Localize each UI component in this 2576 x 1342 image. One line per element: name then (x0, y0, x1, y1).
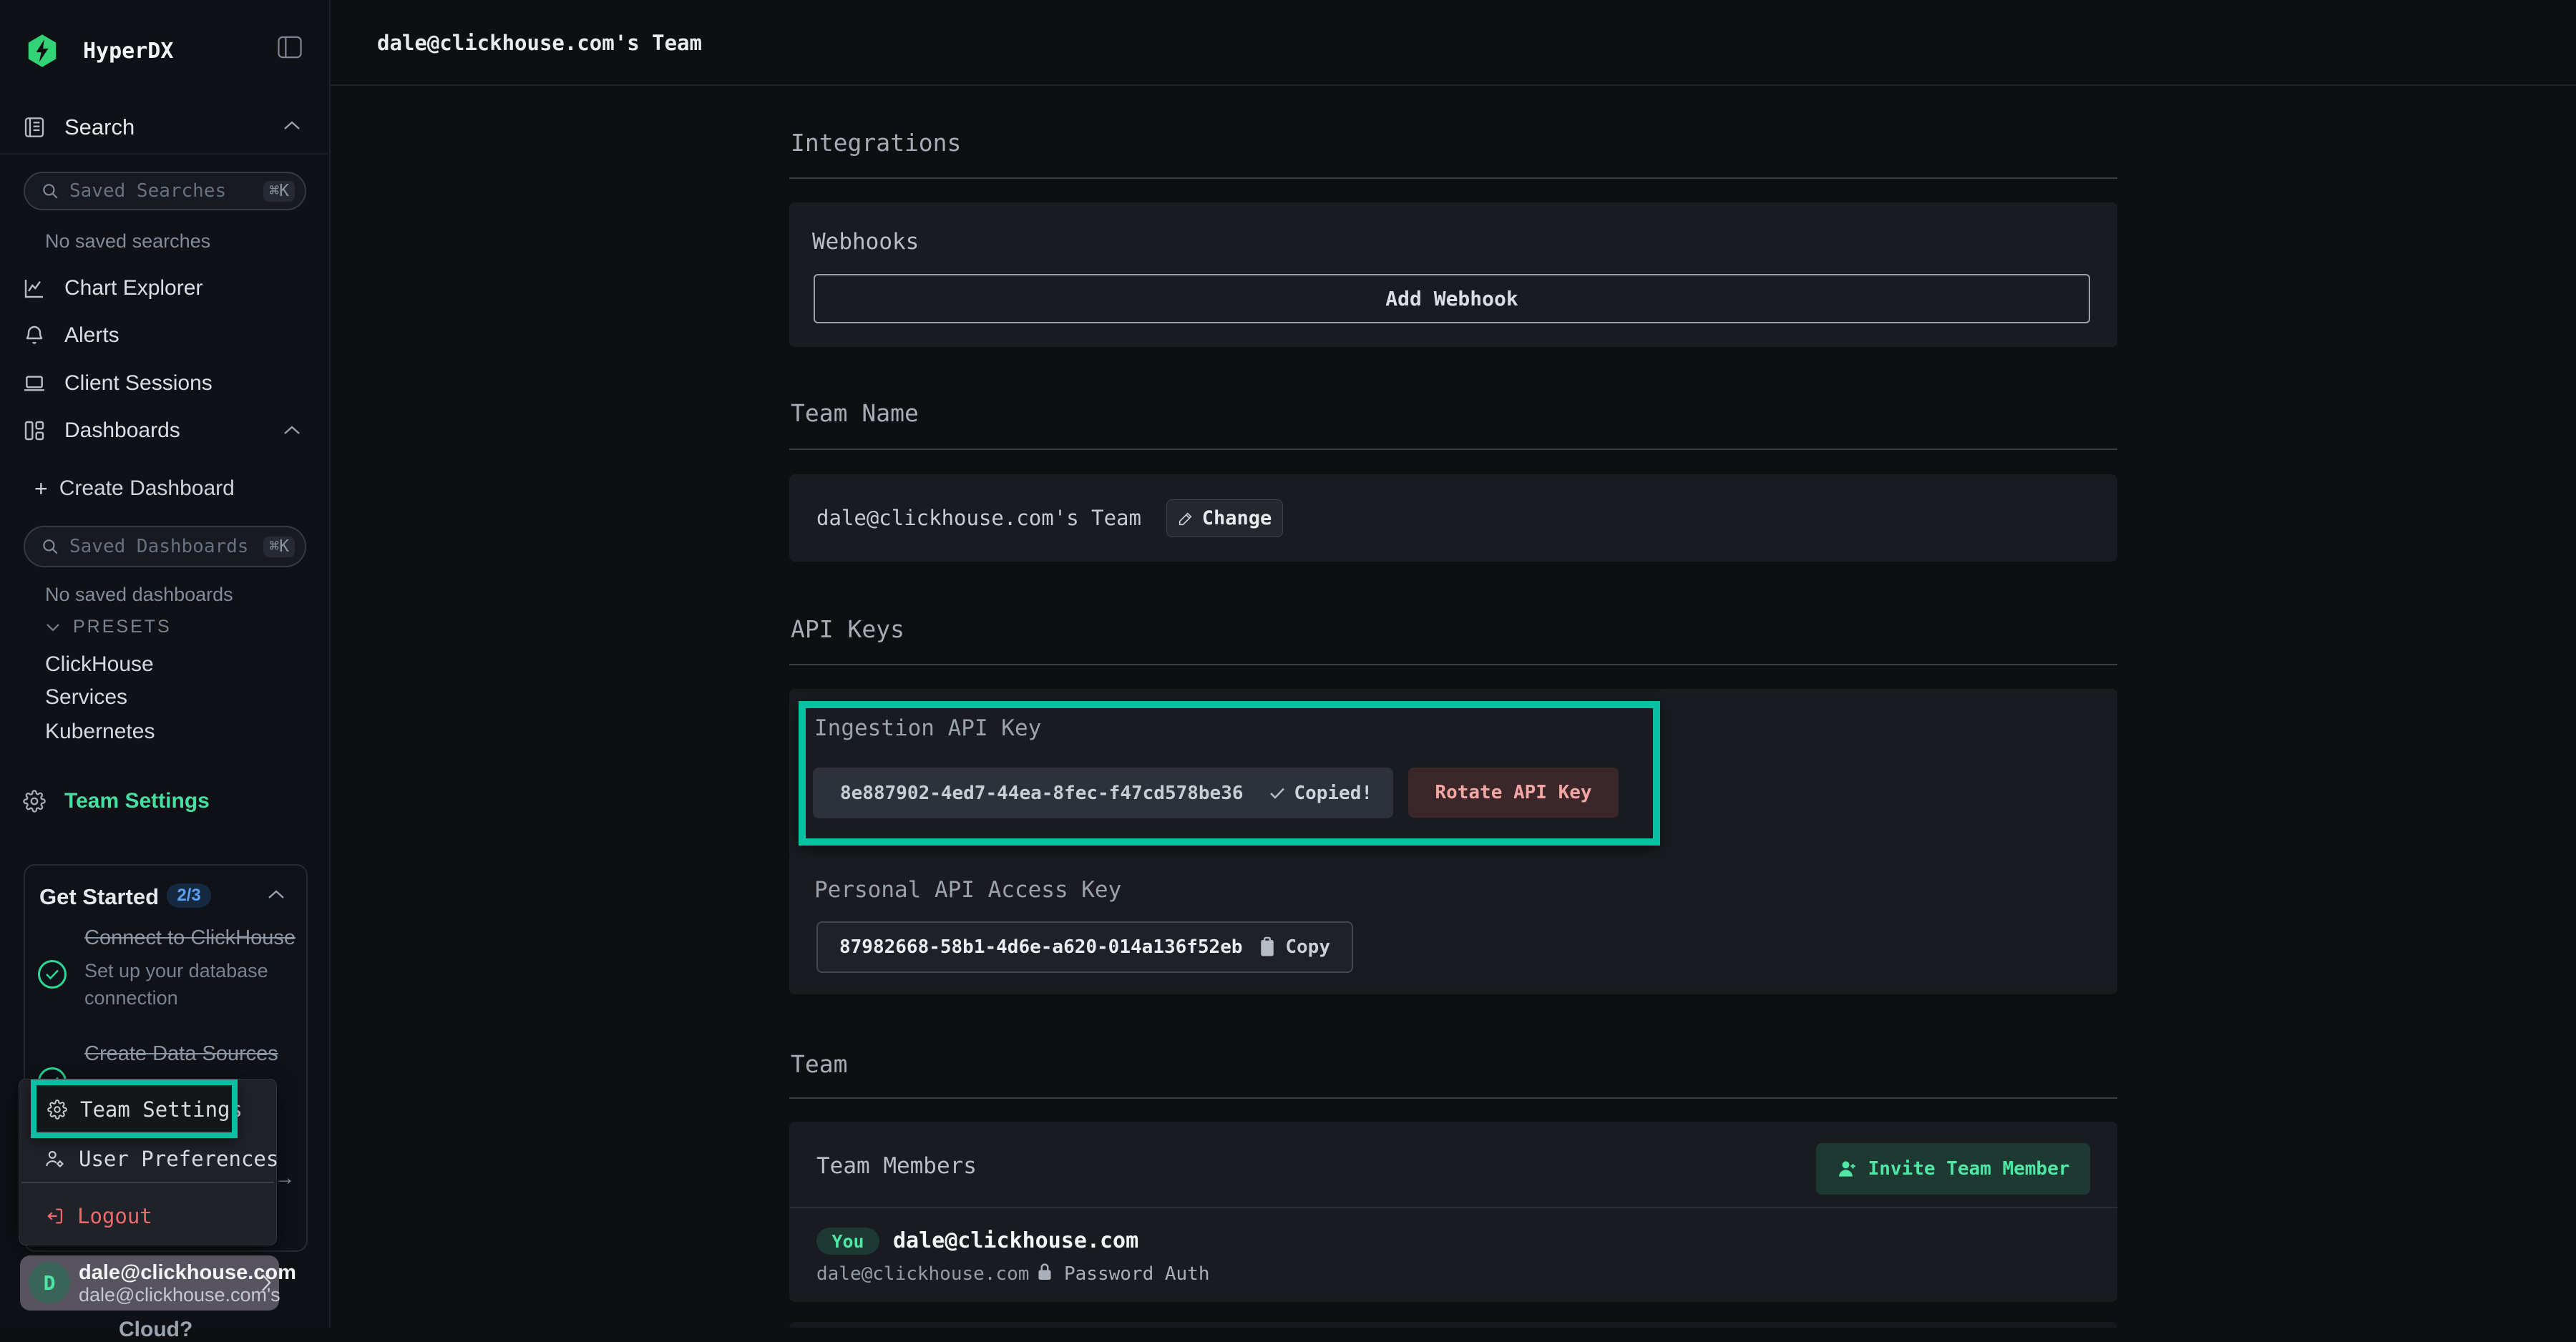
search-icon (41, 182, 59, 200)
sidebar-item-chart-explorer[interactable]: Chart Explorer (0, 270, 328, 307)
section-title-api-keys: API Keys (791, 615, 904, 643)
page-title: dale@clickhouse.com's Team (377, 0, 702, 86)
sidebar-item-clickhouse[interactable]: ClickHouse (45, 652, 154, 677)
no-saved-searches-text: No saved searches (45, 230, 210, 253)
saved-searches-input[interactable]: Saved Searches ⌘K (24, 172, 306, 210)
presets-label: PRESETS (73, 617, 172, 637)
shortcut-badge: ⌘K (263, 537, 295, 557)
hyperdx-logo-icon (27, 34, 57, 67)
clipboard-icon (1258, 936, 1277, 958)
annotation-highlight-ingestion-key (799, 701, 1660, 846)
laptop-icon (23, 372, 46, 395)
menu-item-logout[interactable]: Logout (44, 1196, 152, 1236)
sidebar-item-services[interactable]: Services (45, 685, 127, 710)
pencil-icon (1178, 511, 1194, 526)
member-email: dale@clickhouse.com (816, 1263, 1029, 1285)
menu-divider (21, 1182, 274, 1183)
add-webhook-button[interactable]: Add Webhook (814, 274, 2090, 323)
saved-searches-placeholder: Saved Searches (69, 180, 253, 202)
sidebar-item-kubernetes[interactable]: Kubernetes (45, 720, 155, 744)
sidebar-item-alerts[interactable]: Alerts (0, 317, 328, 354)
user-plus-icon (1837, 1158, 1858, 1180)
chevron-up-icon[interactable] (283, 120, 301, 130)
sidebar-item-search[interactable]: Search (0, 107, 328, 147)
menu-item-label: Logout (77, 1204, 152, 1228)
annotation-highlight-menu (31, 1079, 238, 1138)
card-divider (789, 1207, 2117, 1208)
team-name-value: dale@clickhouse.com's Team (816, 474, 1141, 562)
next-card-edge (789, 1322, 2117, 1328)
dashboard-grid-icon (23, 419, 46, 442)
section-divider (789, 664, 2117, 665)
change-label: Change (1202, 507, 1272, 529)
sidebar-item-client-sessions[interactable]: Client Sessions (0, 365, 328, 402)
chevron-right-icon (260, 1273, 272, 1293)
create-dashboard-button[interactable]: + Create Dashboard (0, 470, 328, 507)
get-started-item-subtitle: Set up your database connection (84, 957, 298, 1012)
brand-title: HyperDX (83, 34, 173, 67)
chevron-up-icon[interactable] (268, 889, 285, 899)
section-divider (789, 177, 2117, 179)
section-title-integrations: Integrations (791, 129, 961, 157)
sidebar-item-label: Dashboards (64, 418, 180, 443)
member-auth-method: Password Auth (1064, 1263, 1210, 1285)
get-started-item[interactable]: Connect to ClickHouse Set up your databa… (84, 923, 298, 1012)
account-subtitle: dale@clickhouse.com's (79, 1284, 280, 1306)
avatar: D (29, 1262, 70, 1303)
plus-icon: + (34, 476, 48, 502)
section-title-team: Team (791, 1050, 847, 1078)
get-started-item-title: Connect to ClickHouse (84, 923, 298, 953)
chevron-down-icon (46, 623, 60, 632)
section-divider (789, 449, 2117, 450)
get-started-title[interactable]: Get Started (39, 884, 159, 910)
logout-icon (44, 1206, 64, 1226)
shortcut-badge: ⌘K (263, 181, 295, 202)
section-title-team-name: Team Name (791, 399, 919, 427)
check-circle-icon (38, 960, 67, 989)
search-icon (41, 537, 59, 556)
get-started-item-title: Create Data Sources (84, 1039, 298, 1069)
sidebar-item-label: Alerts (64, 323, 119, 348)
search-section-icon (23, 116, 46, 139)
presets-toggle[interactable]: PRESETS (46, 617, 172, 637)
sidebar-item-team-settings[interactable]: Team Settings (0, 783, 328, 820)
chevron-up-icon[interactable] (283, 425, 301, 435)
sidebar-item-dashboards[interactable]: Dashboards (0, 412, 328, 449)
sidebar: HyperDX Search Saved Searches ⌘K No save… (0, 0, 331, 1328)
change-team-name-button[interactable]: Change (1166, 499, 1283, 537)
gear-icon (23, 790, 46, 813)
get-started-progress-badge: 2/3 (167, 883, 211, 908)
saved-dashboards-placeholder: Saved Dashboards (69, 536, 253, 557)
menu-item-user-preferences[interactable]: User Preferences (44, 1139, 278, 1179)
lock-icon (1037, 1262, 1053, 1282)
bell-icon (23, 324, 46, 347)
section-divider (789, 1097, 2117, 1099)
collapse-sidebar-icon[interactable] (278, 36, 302, 59)
member-name: dale@clickhouse.com (893, 1228, 1138, 1253)
sidebar-divider (0, 153, 328, 155)
personal-api-key-value: 87982668-58b1-4d6e-a620-014a136f52eb (839, 936, 1243, 958)
menu-item-label: User Preferences (79, 1147, 278, 1171)
copy-label: Copy (1285, 936, 1330, 958)
sidebar-item-label: Search (64, 114, 135, 140)
team-settings-link-label: Team Settings (64, 789, 210, 813)
invite-team-member-label: Invite Team Member (1868, 1158, 2070, 1180)
add-webhook-label: Add Webhook (1385, 287, 1518, 310)
sidebar-item-label: Chart Explorer (64, 276, 203, 300)
personal-api-key-label: Personal API Access Key (814, 877, 1121, 903)
saved-dashboards-input[interactable]: Saved Dashboards ⌘K (24, 526, 306, 567)
personal-api-key-chip[interactable]: 87982668-58b1-4d6e-a620-014a136f52eb Cop… (816, 921, 1353, 973)
cloud-footer-fragment[interactable]: Cloud? (119, 1318, 192, 1342)
sidebar-item-label: Client Sessions (64, 371, 213, 396)
create-dashboard-label: Create Dashboard (59, 476, 235, 501)
webhooks-title: Webhooks (812, 229, 919, 255)
user-gear-icon (44, 1148, 66, 1170)
you-badge: You (816, 1228, 879, 1255)
team-members-title: Team Members (816, 1153, 977, 1179)
no-saved-dashboards-text: No saved dashboards (45, 584, 233, 606)
invite-team-member-button[interactable]: Invite Team Member (1816, 1143, 2090, 1195)
chart-icon (23, 277, 46, 300)
